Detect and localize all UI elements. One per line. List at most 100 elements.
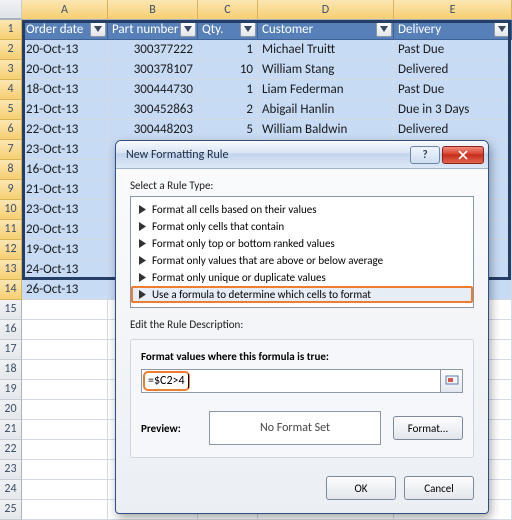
header-cell[interactable]: Delivery [394, 20, 512, 40]
rule-type-list[interactable]: Format all cells based on their valuesFo… [130, 196, 474, 308]
cell[interactable] [22, 320, 108, 340]
cell[interactable]: 300452863 [108, 100, 198, 120]
cell[interactable] [22, 360, 108, 380]
help-button[interactable]: ? [410, 146, 440, 164]
col-B[interactable]: B [108, 0, 198, 19]
row-header[interactable]: 18 [0, 360, 22, 380]
row-header[interactable]: 7 [0, 140, 22, 160]
cell[interactable] [22, 480, 108, 500]
cell[interactable]: William Stang [258, 60, 394, 80]
header-cell[interactable]: Part number [108, 20, 198, 40]
formula-input[interactable]: =$C2>4 [141, 369, 441, 393]
cell[interactable] [22, 500, 108, 520]
cell[interactable]: 24-Oct-13 [22, 260, 108, 280]
select-all-corner[interactable] [0, 0, 22, 19]
cell[interactable] [22, 340, 108, 360]
rule-type-item[interactable]: Use a formula to determine which cells t… [131, 286, 473, 303]
cell[interactable]: 23-Oct-13 [22, 200, 108, 220]
cell[interactable] [22, 440, 108, 460]
cell[interactable]: 300444730 [108, 80, 198, 100]
rule-type-item[interactable]: Format only top or bottom ranked values [131, 235, 473, 252]
col-C[interactable]: C [198, 0, 258, 19]
format-button[interactable]: Format... [393, 416, 463, 440]
cell[interactable]: Abigail Hanlin [258, 100, 394, 120]
filter-dropdown-icon[interactable] [180, 21, 196, 37]
cell[interactable]: 21-Oct-13 [22, 180, 108, 200]
cell[interactable]: 10 [198, 60, 258, 80]
cell[interactable]: Michael Truitt [258, 40, 394, 60]
cell[interactable]: 300448203 [108, 120, 198, 140]
row-header[interactable]: 24 [0, 480, 22, 500]
row-header[interactable]: 8 [0, 160, 22, 180]
rule-type-item[interactable]: Format only cells that contain [131, 218, 473, 235]
row-header[interactable]: 14 [0, 280, 22, 300]
cell[interactable]: 26-Oct-13 [22, 280, 108, 300]
cell[interactable]: William Baldwin [258, 120, 394, 140]
cell[interactable]: 2 [198, 100, 258, 120]
cell[interactable]: Past Due [394, 40, 512, 60]
cell[interactable]: 20-Oct-13 [22, 220, 108, 240]
cell[interactable]: Delivered [394, 60, 512, 80]
row-header[interactable]: 5 [0, 100, 22, 120]
rule-type-item[interactable]: Format only values that are above or bel… [131, 252, 473, 269]
filter-dropdown-icon[interactable] [240, 21, 256, 37]
cell[interactable]: Delivered [394, 120, 512, 140]
row-header[interactable]: 12 [0, 240, 22, 260]
col-A[interactable]: A [22, 0, 108, 19]
cell[interactable]: Past Due [394, 80, 512, 100]
row-header[interactable]: 2 [0, 40, 22, 60]
cell[interactable] [22, 420, 108, 440]
cell[interactable]: 300378107 [108, 60, 198, 80]
cell[interactable]: 22-Oct-13 [22, 120, 108, 140]
header-cell[interactable]: Customer [258, 20, 394, 40]
cell[interactable] [22, 460, 108, 480]
row-header[interactable]: 25 [0, 500, 22, 520]
cell[interactable]: 20-Oct-13 [22, 40, 108, 60]
row-header[interactable]: 11 [0, 220, 22, 240]
cancel-button[interactable]: Cancel [404, 476, 474, 500]
cell[interactable] [22, 300, 108, 320]
header-cell[interactable]: Qty. [198, 20, 258, 40]
close-button[interactable] [442, 146, 484, 164]
cell[interactable]: 20-Oct-13 [22, 60, 108, 80]
cell[interactable]: 16-Oct-13 [22, 160, 108, 180]
row-header[interactable]: 20 [0, 400, 22, 420]
filter-dropdown-icon[interactable] [90, 21, 106, 37]
cell[interactable]: Liam Federman [258, 80, 394, 100]
row-header[interactable]: 21 [0, 420, 22, 440]
row-header[interactable]: 22 [0, 440, 22, 460]
range-selector-button[interactable] [441, 369, 463, 393]
cell[interactable]: 5 [198, 120, 258, 140]
cell[interactable]: 19-Oct-13 [22, 240, 108, 260]
cell[interactable]: 1 [198, 80, 258, 100]
col-E[interactable]: E [394, 0, 512, 19]
rule-type-item[interactable]: Format only unique or duplicate values [131, 269, 473, 286]
row-header[interactable]: 9 [0, 180, 22, 200]
filter-dropdown-icon[interactable] [376, 21, 392, 37]
row-header[interactable]: 15 [0, 300, 22, 320]
row-header[interactable]: 19 [0, 380, 22, 400]
row-header[interactable]: 3 [0, 60, 22, 80]
cell[interactable]: 300377222 [108, 40, 198, 60]
filter-dropdown-icon[interactable] [494, 21, 510, 37]
row-header[interactable]: 13 [0, 260, 22, 280]
row-header[interactable]: 1 [0, 20, 22, 40]
row-header[interactable]: 23 [0, 460, 22, 480]
cell[interactable]: 21-Oct-13 [22, 100, 108, 120]
cell[interactable] [22, 380, 108, 400]
row-header[interactable]: 17 [0, 340, 22, 360]
cell[interactable] [22, 400, 108, 420]
dialog-titlebar[interactable]: New Formatting Rule ? [116, 141, 488, 169]
row-header[interactable]: 6 [0, 120, 22, 140]
cell[interactable]: 23-Oct-13 [22, 140, 108, 160]
cell[interactable]: 18-Oct-13 [22, 80, 108, 100]
row-header[interactable]: 16 [0, 320, 22, 340]
header-cell[interactable]: Order date [22, 20, 108, 40]
ok-button[interactable]: OK [326, 476, 396, 500]
col-D[interactable]: D [258, 0, 394, 19]
cell[interactable]: Due in 3 Days [394, 100, 512, 120]
cell[interactable]: 1 [198, 40, 258, 60]
row-header[interactable]: 10 [0, 200, 22, 220]
rule-type-item[interactable]: Format all cells based on their values [131, 201, 473, 218]
row-header[interactable]: 4 [0, 80, 22, 100]
